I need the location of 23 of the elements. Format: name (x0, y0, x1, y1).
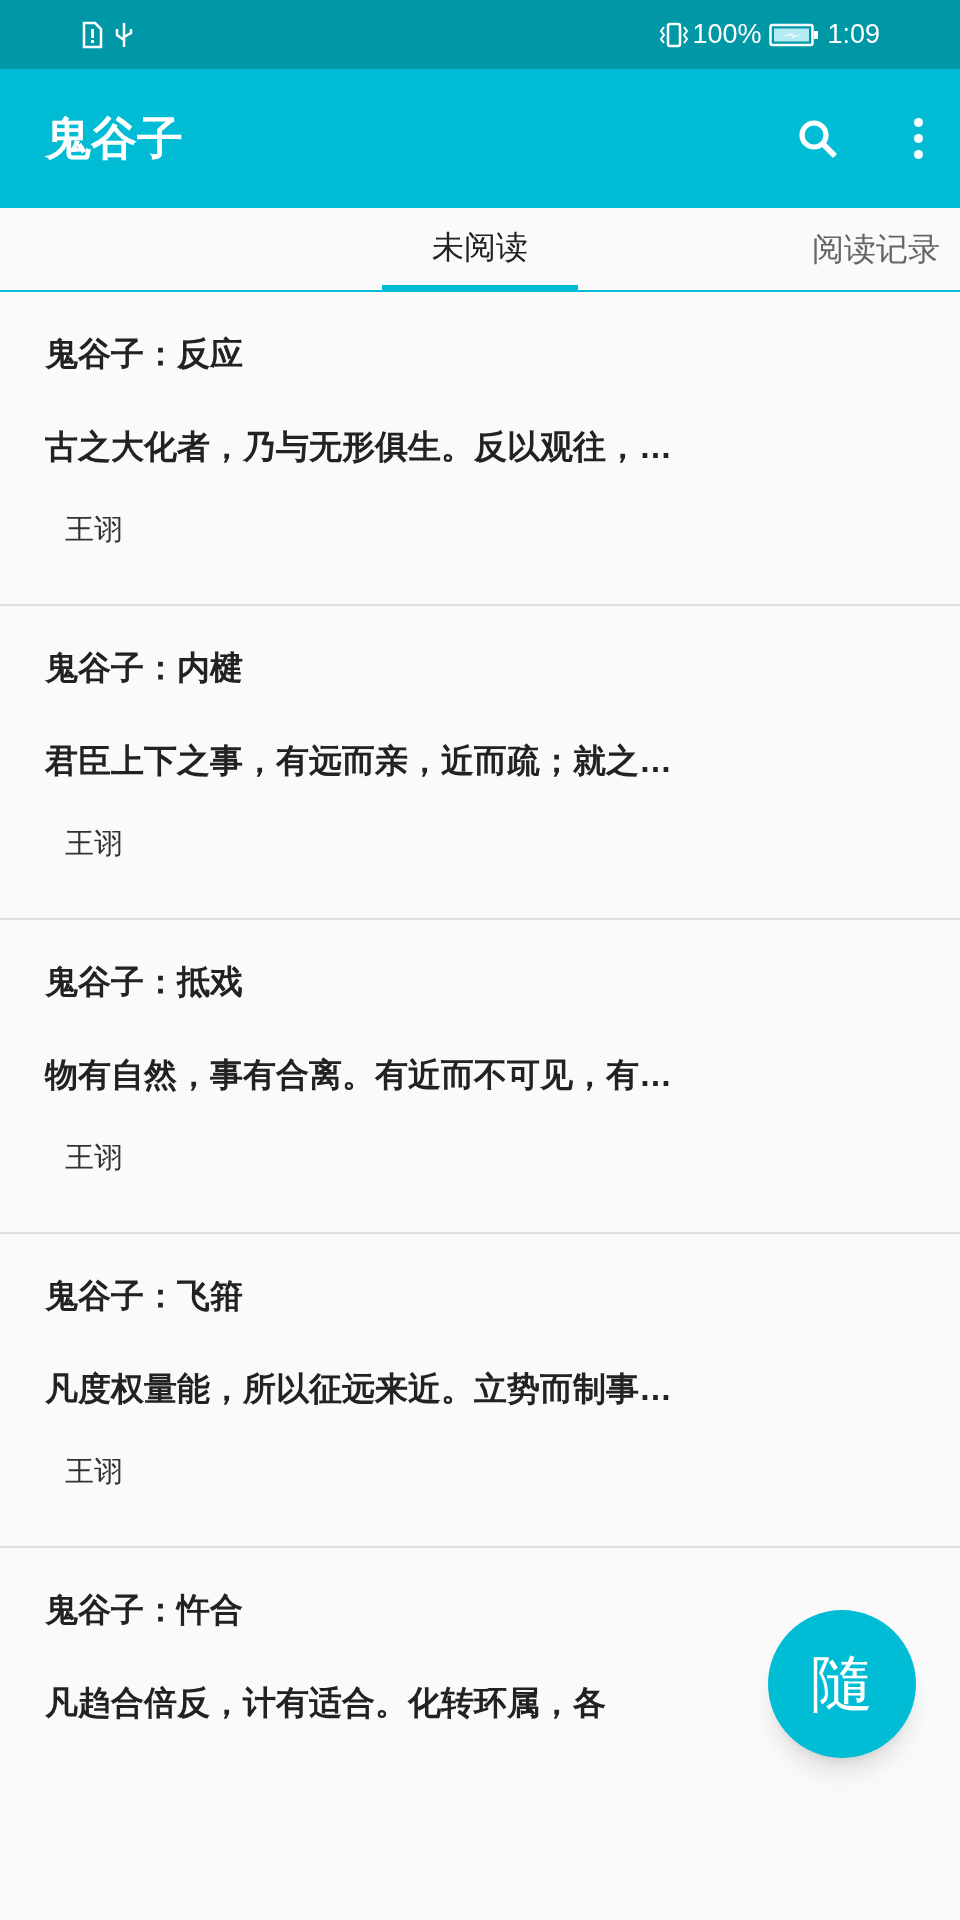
article-author: 王诩 (65, 1454, 123, 1489)
article-title[interactable]: 鬼谷子：忤合 (45, 1586, 243, 1634)
article-excerpt: 君臣上下之事，有远而亲，近而疏；就之… (45, 741, 672, 781)
sim-alert-icon (80, 20, 104, 49)
article-title[interactable]: 鬼谷子：抵戏 (45, 958, 243, 1006)
article-author: 王诩 (65, 1140, 123, 1175)
article-author: 王诩 (65, 512, 123, 547)
clock: 1:09 (827, 18, 880, 52)
app-title: 鬼谷子 (45, 111, 183, 166)
article-title[interactable]: 鬼谷子：反应 (45, 330, 243, 378)
article-excerpt: 物有自然，事有合离。有近而不可见，有… (45, 1055, 672, 1095)
article-author: 王诩 (65, 826, 123, 861)
article-excerpt: 凡度权量能，所以征远来近。立势而制事… (45, 1369, 672, 1409)
article-excerpt: 凡趋合倍反，计有适合。化转环属，各 (45, 1683, 606, 1723)
vibrate-icon (658, 20, 691, 49)
battery-charging-icon (769, 22, 820, 47)
article-title[interactable]: 鬼谷子：内楗 (45, 644, 243, 692)
usb-icon (114, 20, 134, 49)
article-title[interactable]: 鬼谷子：飞箝 (45, 1272, 243, 1320)
article-excerpt: 古之大化者，乃与无形俱生。反以观往，… (45, 427, 672, 467)
tab[interactable]: 未阅读 (382, 208, 578, 290)
tab[interactable]: 阅读记录 (812, 208, 958, 290)
battery-percent: 100% (692, 18, 762, 52)
